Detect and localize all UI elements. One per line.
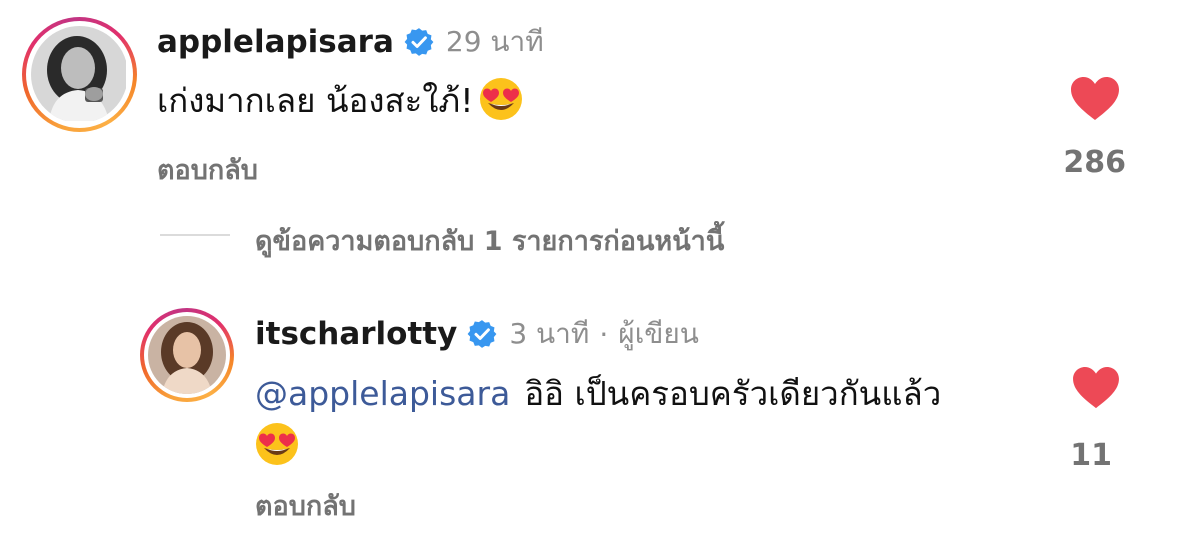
verified-icon	[404, 27, 434, 57]
reply-button[interactable]: ตอบกลับ	[255, 484, 356, 527]
heart-eyes-emoji-icon	[479, 77, 523, 125]
avatar-photo	[31, 26, 128, 123]
comment: applelapisara 29 นาที เก่งมากเลย น้องสะใ…	[0, 0, 1179, 200]
comment-time: 3 นาที	[509, 317, 590, 350]
comment-header: itscharlotty 3 นาที · ผู้เขียน	[255, 312, 699, 356]
heart-icon	[1073, 366, 1119, 409]
verified-icon	[467, 319, 497, 349]
username[interactable]: applelapisara	[157, 24, 394, 60]
heart-icon	[1071, 77, 1119, 120]
like-button[interactable]	[1070, 76, 1120, 122]
like-button[interactable]	[1072, 366, 1120, 410]
reply-comment: itscharlotty 3 นาที · ผู้เขียน @applelap…	[0, 300, 1179, 544]
like-count: 286	[1063, 145, 1126, 180]
comment-text: เก่งมากเลย น้องสะใภ้!	[157, 81, 474, 120]
heart-eyes-emoji-icon	[255, 422, 299, 470]
avatar[interactable]	[22, 17, 137, 132]
comment-header: applelapisara 29 นาที	[157, 20, 544, 64]
comment-text: อิอิ เป็นครอบครัวเดียวกันแล้ว	[524, 374, 942, 413]
reply-button[interactable]: ตอบกลับ	[157, 148, 258, 191]
mention-link[interactable]: @applelapisara	[255, 368, 510, 420]
comment-time: 29 นาที	[445, 25, 544, 58]
avatar-photo	[148, 316, 226, 394]
username[interactable]: itscharlotty	[255, 316, 457, 352]
meta-separator: ·	[599, 317, 609, 351]
view-replies-row[interactable]: ดูข้อความตอบกลับ 1 รายการก่อนหน้านี้	[0, 215, 1179, 261]
like-count: 11	[1070, 438, 1112, 473]
comment-body: @applelapisara อิอิ เป็นครอบครัวเดียวกัน…	[255, 368, 1035, 470]
author-badge: ผู้เขียน	[618, 317, 699, 350]
avatar[interactable]	[140, 308, 234, 402]
comment-body: เก่งมากเลย น้องสะใภ้!	[157, 75, 523, 127]
divider-line	[160, 234, 230, 236]
view-replies-button[interactable]: ดูข้อความตอบกลับ 1 รายการก่อนหน้านี้	[255, 219, 724, 262]
